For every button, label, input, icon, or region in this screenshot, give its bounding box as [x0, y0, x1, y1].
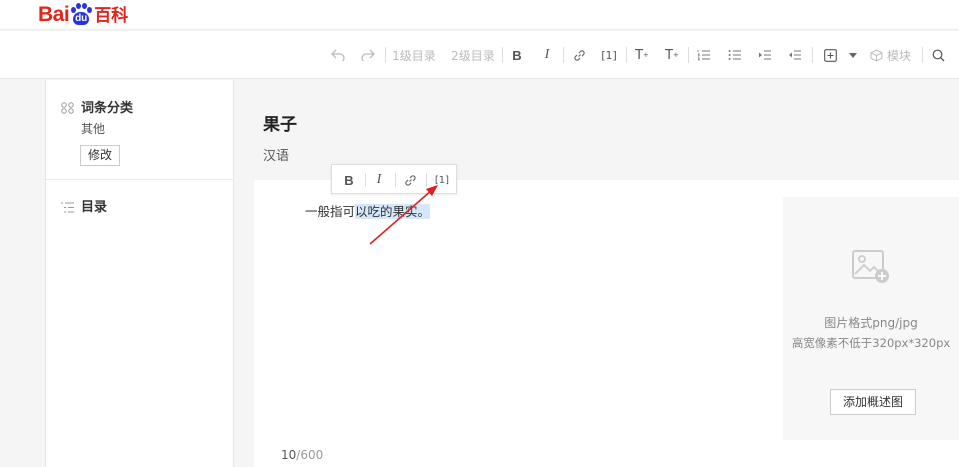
entry-title[interactable]: 果子	[263, 110, 297, 135]
indent-icon[interactable]	[756, 45, 774, 65]
image-format-hint: 图片格式png/jpg	[824, 316, 918, 330]
outdent-icon[interactable]	[786, 45, 804, 65]
counter-max: /600	[296, 448, 324, 462]
category-grid-icon	[61, 99, 74, 118]
baidu-baike-logo[interactable]: Bai du 百科	[38, 2, 128, 26]
heading1-button[interactable]: 1级目录	[391, 45, 437, 65]
sidebar: 词条分类 其他 修改 目录	[45, 80, 234, 467]
float-italic-button[interactable]: I	[370, 171, 388, 189]
toc-title[interactable]: 目录	[81, 196, 107, 215]
reference-button[interactable]: [1]	[598, 45, 620, 65]
entry-subtitle[interactable]: 汉语	[263, 145, 289, 164]
caret-down-icon[interactable]	[846, 45, 860, 65]
character-counter: 10/600	[281, 448, 323, 462]
sidebar-divider	[46, 179, 233, 180]
plus-box-icon[interactable]	[821, 45, 839, 65]
cube-icon	[870, 48, 883, 62]
edit-category-button[interactable]: 修改	[80, 145, 120, 166]
superscript-button[interactable]: T +	[633, 45, 651, 65]
module-button[interactable]: 模块	[870, 45, 916, 65]
counter-current: 10	[281, 448, 297, 462]
image-size-hint: 高宽像素不低于320px*320px	[791, 336, 951, 350]
float-link-icon[interactable]	[401, 171, 419, 189]
logo-text: Bai	[38, 3, 70, 26]
paw-icon: du	[70, 3, 93, 26]
site-header: Bai du 百科	[0, 0, 959, 30]
bold-button[interactable]: B	[509, 45, 525, 65]
image-add-icon[interactable]	[852, 250, 890, 288]
summary-paragraph[interactable]: 一般指可以吃的果实。	[305, 201, 431, 220]
category-title: 词条分类	[81, 101, 134, 116]
subscript-button[interactable]: T +	[663, 45, 681, 65]
selected-text: 以吃的果实。	[355, 204, 431, 219]
toc-list-icon	[61, 198, 74, 217]
italic-button[interactable]: I	[539, 45, 555, 65]
redo-icon[interactable]	[359, 45, 377, 65]
search-icon[interactable]	[929, 45, 947, 65]
undo-icon[interactable]	[329, 45, 347, 65]
floating-format-toolbar: B I [1]	[331, 164, 457, 194]
summary-image-panel: 图片格式png/jpg 高宽像素不低于320px*320px 添加概述图	[783, 197, 959, 440]
editor-toolbar: 1级目录 2级目录 B I [1] T + T + 模块	[0, 31, 959, 79]
heading2-button[interactable]: 2级目录	[450, 45, 496, 65]
category-value: 其他	[81, 122, 106, 136]
logo-cn-text: 百科	[94, 6, 129, 25]
unordered-list-icon[interactable]	[726, 45, 744, 65]
float-bold-button[interactable]: B	[340, 171, 358, 189]
float-reference-button[interactable]: [1]	[431, 171, 453, 189]
link-icon[interactable]	[570, 45, 588, 65]
ordered-list-icon[interactable]	[695, 45, 713, 65]
paragraph-text: 一般指可	[305, 204, 356, 219]
module-label: 模块	[887, 48, 912, 63]
add-summary-image-button[interactable]: 添加概述图	[830, 389, 916, 415]
